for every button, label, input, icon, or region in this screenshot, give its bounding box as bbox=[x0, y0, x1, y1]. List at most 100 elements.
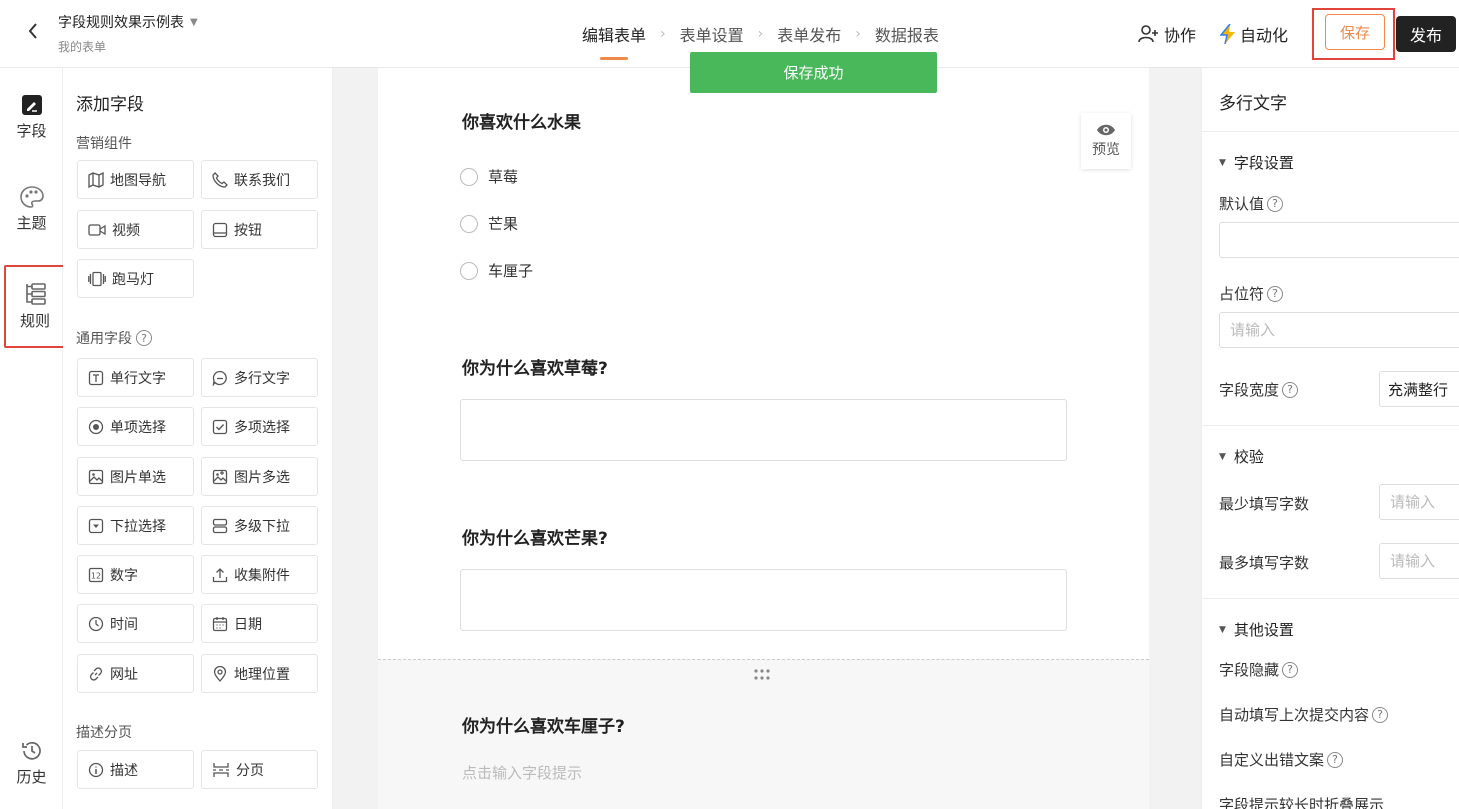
automation-button[interactable]: 自动化 bbox=[1219, 22, 1288, 46]
nav-rules[interactable]: 规则 bbox=[4, 265, 66, 348]
field-time-label: 时间 bbox=[110, 616, 138, 633]
cascade-icon bbox=[212, 518, 228, 533]
image-icon bbox=[88, 469, 104, 484]
field-time[interactable]: 时间 bbox=[77, 604, 194, 643]
publish-button[interactable]: 发布 bbox=[1396, 16, 1456, 52]
radio-option[interactable]: 车厘子 bbox=[460, 260, 533, 281]
radio-option[interactable]: 草莓 bbox=[460, 166, 518, 187]
section-validation[interactable]: ▼ 校验 bbox=[1219, 446, 1264, 467]
field-dropdown[interactable]: 下拉选择 bbox=[77, 506, 194, 545]
field-width-label: 字段宽度 ? bbox=[1219, 379, 1299, 400]
field-multi-line[interactable]: 多行文字 bbox=[201, 358, 318, 397]
field-hint-placeholder[interactable]: 点击输入字段提示 bbox=[462, 762, 582, 783]
field-video[interactable]: 视频 bbox=[77, 210, 194, 249]
field-cascade-label: 多级下拉 bbox=[234, 518, 290, 535]
question-title[interactable]: 你为什么喜欢车厘子? bbox=[462, 712, 625, 737]
field-single-line[interactable]: 单行文字 bbox=[77, 358, 194, 397]
field-location[interactable]: 地理位置 bbox=[201, 654, 318, 693]
field-image-multi[interactable]: 图片多选 bbox=[201, 457, 318, 496]
question-title[interactable]: 你为什么喜欢草莓? bbox=[462, 354, 608, 379]
field-page-break[interactable]: 分页 bbox=[201, 750, 318, 789]
calendar-icon bbox=[212, 616, 228, 631]
selected-field-block[interactable]: 你为什么喜欢车厘子? 点击输入字段提示 bbox=[378, 659, 1149, 809]
step-edit-form[interactable]: 编辑表单 bbox=[582, 22, 646, 60]
nav-history[interactable]: 历史 bbox=[0, 740, 63, 787]
group-label-desc-page: 描述分页 bbox=[76, 725, 132, 741]
field-url[interactable]: 网址 bbox=[77, 654, 194, 693]
collaborate-button[interactable]: 协作 bbox=[1138, 22, 1196, 46]
help-icon[interactable]: ? bbox=[1267, 195, 1284, 212]
radio-circle[interactable] bbox=[460, 261, 478, 280]
field-description-label: 描述 bbox=[110, 762, 138, 779]
drag-handle-icon[interactable] bbox=[752, 668, 772, 682]
field-cascade[interactable]: 多级下拉 bbox=[201, 506, 318, 545]
group-label-marketing: 营销组件 bbox=[76, 136, 132, 152]
answer-textarea[interactable] bbox=[460, 569, 1067, 631]
help-icon[interactable]: ? bbox=[1267, 285, 1284, 302]
step-data-report[interactable]: 数据报表 bbox=[875, 22, 939, 46]
field-contact-us-label: 联系我们 bbox=[234, 172, 290, 189]
section-other-settings[interactable]: ▼ 其他设置 bbox=[1219, 619, 1294, 640]
caret-down-icon[interactable]: ▼ bbox=[190, 17, 198, 28]
field-marquee[interactable]: 跑马灯 bbox=[77, 259, 194, 298]
default-value-label-text: 默认值 bbox=[1219, 195, 1265, 213]
step-form-settings[interactable]: 表单设置 bbox=[680, 22, 744, 46]
field-video-label: 视频 bbox=[112, 222, 140, 239]
section-field-settings[interactable]: ▼ 字段设置 bbox=[1219, 152, 1294, 173]
field-single-line-label: 单行文字 bbox=[110, 370, 166, 387]
field-description[interactable]: 描述 bbox=[77, 750, 194, 789]
custom-error-label-text: 自定义出错文案 bbox=[1219, 751, 1325, 769]
field-date[interactable]: 日期 bbox=[201, 604, 318, 643]
radio-option[interactable]: 芒果 bbox=[460, 213, 518, 234]
placeholder-label-text: 占位符 bbox=[1219, 285, 1265, 303]
radio-icon bbox=[88, 419, 104, 434]
form-subtitle[interactable]: 我的表单 bbox=[58, 38, 106, 55]
clock-icon bbox=[88, 616, 104, 631]
help-icon[interactable]: ? bbox=[136, 330, 152, 346]
answer-textarea[interactable] bbox=[460, 399, 1067, 461]
number-icon: 12 bbox=[88, 567, 104, 582]
group-label-general: 通用字段 ? bbox=[76, 328, 152, 348]
field-number[interactable]: 12 数字 bbox=[77, 555, 194, 594]
nav-theme-label: 主题 bbox=[16, 214, 47, 232]
default-value-input[interactable] bbox=[1219, 222, 1459, 258]
field-map-nav[interactable]: 地图导航 bbox=[77, 160, 194, 199]
form-title[interactable]: 字段规则效果示例表 ▼ bbox=[58, 12, 198, 32]
field-page-break-label: 分页 bbox=[236, 762, 264, 779]
step-form-publish[interactable]: 表单发布 bbox=[777, 22, 841, 46]
placeholder-input[interactable] bbox=[1219, 312, 1459, 348]
caret-down-icon: ▼ bbox=[1219, 624, 1226, 635]
back-icon[interactable] bbox=[22, 20, 44, 42]
preview-button[interactable]: 预览 bbox=[1081, 113, 1131, 169]
radio-circle[interactable] bbox=[460, 167, 478, 186]
help-icon[interactable]: ? bbox=[1282, 661, 1299, 678]
radio-circle[interactable] bbox=[460, 214, 478, 233]
chat-icon bbox=[212, 370, 227, 386]
max-chars-input[interactable] bbox=[1379, 543, 1459, 579]
field-button[interactable]: 按钮 bbox=[201, 210, 318, 249]
field-attachment[interactable]: 收集附件 bbox=[201, 555, 318, 594]
field-dropdown-label: 下拉选择 bbox=[110, 518, 166, 535]
svg-text:12: 12 bbox=[91, 571, 101, 580]
image-multi-icon bbox=[212, 469, 228, 484]
question-title[interactable]: 你为什么喜欢芒果? bbox=[462, 524, 608, 549]
field-image-single[interactable]: 图片单选 bbox=[77, 457, 194, 496]
field-contact-us[interactable]: 联系我们 bbox=[201, 160, 318, 199]
help-icon[interactable]: ? bbox=[1282, 381, 1299, 398]
autofill-label-text: 自动填写上次提交内容 bbox=[1219, 706, 1370, 724]
min-chars-input[interactable] bbox=[1379, 484, 1459, 520]
nav-theme[interactable]: 主题 bbox=[0, 186, 63, 233]
help-icon[interactable]: ? bbox=[1372, 706, 1389, 723]
help-icon[interactable]: ? bbox=[1327, 751, 1344, 768]
field-width-select[interactable]: 充满整行 bbox=[1379, 371, 1459, 407]
field-multi-choice[interactable]: 多项选择 bbox=[201, 407, 318, 446]
dropdown-icon bbox=[88, 518, 104, 533]
step-nav: 编辑表单 › 表单设置 › 表单发布 › 数据报表 bbox=[582, 22, 939, 60]
field-url-label: 网址 bbox=[110, 666, 138, 683]
save-button[interactable]: 保存 bbox=[1325, 14, 1385, 50]
nav-fields[interactable]: 字段 bbox=[0, 94, 63, 141]
collaborate-label: 协作 bbox=[1163, 26, 1196, 45]
question-title[interactable]: 你喜欢什么水果 bbox=[462, 108, 581, 133]
field-single-choice[interactable]: 单项选择 bbox=[77, 407, 194, 446]
checkbox-icon bbox=[212, 419, 228, 434]
